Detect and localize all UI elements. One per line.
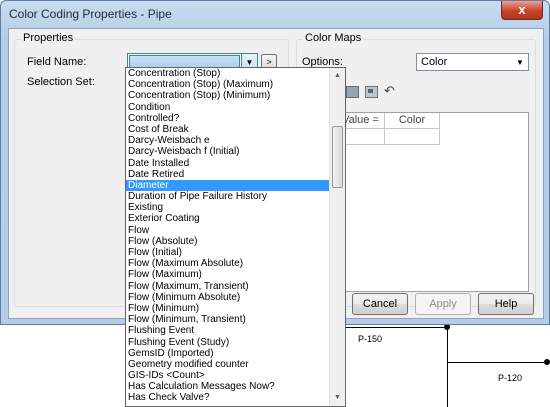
window-title: Color Coding Properties - Pipe [9, 7, 172, 21]
properties-group-title: Properties [21, 32, 76, 44]
new-icon[interactable] [346, 86, 359, 98]
close-button[interactable]: x [501, 1, 543, 20]
dropdown-item[interactable]: Condition [126, 102, 330, 113]
selection-set-label: Selection Set: [27, 76, 95, 88]
dropdown-item[interactable]: Exterior Coating [126, 213, 330, 224]
dropdown-item[interactable]: GemsID (Imported) [126, 348, 330, 359]
dropdown-item[interactable]: Flushing Event (Study) [126, 337, 330, 348]
dropdown-item[interactable]: Concentration (Stop) (Minimum) [126, 90, 330, 101]
dropdown-item[interactable]: Has Check Valve? [126, 392, 330, 403]
scroll-thumb[interactable] [332, 126, 343, 188]
dropdown-item[interactable]: Diameter [126, 179, 330, 192]
delete-icon[interactable] [365, 86, 378, 98]
help-button[interactable]: Help [478, 293, 534, 315]
chevron-down-icon[interactable]: ▼ [512, 54, 528, 70]
dropdown-item[interactable]: Flow (Maximum, Transient) [126, 281, 330, 292]
pipe-segment [447, 320, 448, 407]
dropdown-item[interactable]: Geometry modified counter [126, 359, 330, 370]
color-maps-group-title: Color Maps [303, 32, 364, 44]
dropdown-item[interactable]: Flow (Maximum Absolute) [126, 258, 330, 269]
dropdown-item[interactable]: Has Calculation Messages Now? [126, 381, 330, 392]
scroll-up-icon[interactable]: ▲ [330, 68, 345, 84]
pipe-segment [346, 327, 447, 328]
dropdown-item[interactable]: Date Retired [126, 169, 330, 180]
dropdown-item[interactable]: Cost of Break [126, 124, 330, 135]
dropdown-item[interactable]: Controlled? [126, 113, 330, 124]
arrow-right-icon: > [266, 57, 272, 67]
dropdown-item[interactable]: GIS-IDs <Count> [126, 370, 330, 381]
grid-header-color[interactable]: Color [385, 113, 440, 129]
apply-button[interactable]: Apply [415, 293, 471, 315]
options-value: Color [421, 56, 448, 68]
dropdown-item[interactable]: Flow (Maximum) [126, 269, 330, 280]
dropdown-item[interactable]: Flow [126, 225, 330, 236]
dropdown-item[interactable]: Darcy-Weisbach f (Initial) [126, 146, 330, 157]
dropdown-list: Concentration (Stop) Concentration (Stop)… [126, 68, 330, 404]
dropdown-item[interactable]: Flow (Initial) [126, 247, 330, 258]
pipe-segment [447, 362, 550, 363]
dropdown-item[interactable]: Flow (Minimum, Transient) [126, 314, 330, 325]
dropdown-item[interactable]: Flow (Minimum) [126, 303, 330, 314]
dropdown-item[interactable]: Flow (Minimum Absolute) [126, 292, 330, 303]
dropdown-item[interactable]: Flushing Event [126, 325, 330, 336]
junction-node[interactable] [544, 359, 550, 365]
dropdown-item[interactable]: Concentration (Stop) (Maximum) [126, 79, 330, 90]
dropdown-scrollbar[interactable]: ▲ ▼ [329, 68, 345, 406]
cancel-button[interactable]: Cancel [352, 293, 408, 315]
grid-cell[interactable] [385, 129, 440, 145]
pipe-label: P-150 [358, 334, 383, 344]
scroll-down-icon[interactable]: ▼ [330, 390, 345, 406]
dropdown-item[interactable]: Duration of Pipe Failure History [126, 191, 330, 202]
dropdown-item[interactable]: Concentration (Stop) [126, 68, 330, 79]
dropdown-item[interactable]: Darcy-Weisbach e [126, 135, 330, 146]
field-name-dropdown[interactable]: Concentration (Stop) Concentration (Stop)… [125, 67, 346, 407]
dropdown-item[interactable]: Existing [126, 202, 330, 213]
options-select[interactable]: Color ▼ [416, 53, 529, 71]
dropdown-item[interactable]: Flow (Absolute) [126, 236, 330, 247]
undo-icon[interactable]: ↶ [384, 83, 395, 99]
field-name-label: Field Name: [27, 56, 87, 68]
dropdown-item[interactable]: Date Installed [126, 158, 330, 169]
pipe-label: P-120 [498, 373, 523, 383]
close-icon: x [518, 2, 526, 17]
